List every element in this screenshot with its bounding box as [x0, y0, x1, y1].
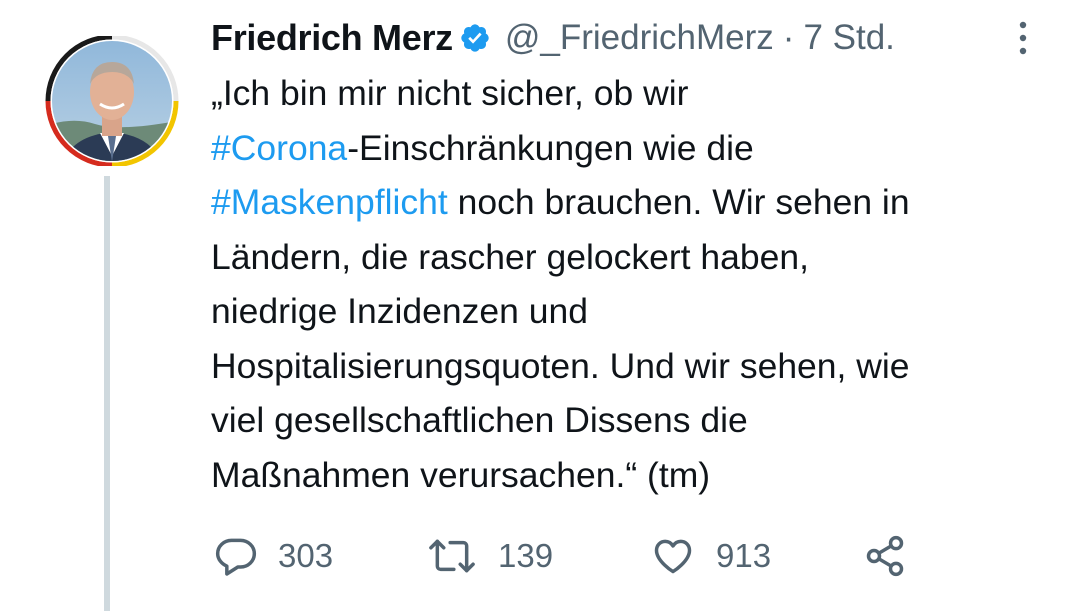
tweet-header: Friedrich Merz @_FriedrichMerz · 7 Std. — [211, 12, 895, 64]
text-segment: Hospitalisierungsquoten. Und wir sehen, … — [211, 345, 910, 386]
retweet-button[interactable]: 139 — [426, 528, 553, 584]
text-segment: noch brauchen. Wir sehen in — [447, 182, 910, 222]
tweet-text-line: „Ich bin mir nicht sicher, ob wir — [211, 66, 1061, 121]
tweet-text-line: Hospitalisierungsquoten. Und wir sehen, … — [211, 339, 1061, 394]
reply-icon — [214, 534, 258, 578]
share-button[interactable] — [862, 528, 908, 584]
tweet-text: „Ich bin mir nicht sicher, ob wir #Corona… — [211, 66, 1061, 502]
text-segment: Ländern, die rascher gelockert haben, — [211, 236, 809, 277]
author-handle[interactable]: @_FriedrichMerz — [505, 18, 774, 58]
avatar[interactable] — [40, 34, 182, 168]
text-segment: viel gesellschaftlichen Dissens die — [211, 400, 748, 440]
tweet-text-line: #Corona-Einschränkungen wie die — [211, 121, 1061, 176]
text-segment: „Ich bin mir nicht sicher, ob wir — [211, 73, 689, 113]
tweet-text-line: Maßnahmen verursachen.“ (tm) — [211, 448, 1061, 503]
action-bar: 303 139 913 — [0, 528, 1080, 584]
hashtag-link[interactable]: #Maskenpflicht — [211, 182, 448, 222]
text-segment: -Einschränkungen wie die — [347, 127, 754, 168]
share-icon — [862, 534, 908, 578]
author-name[interactable]: Friedrich Merz — [211, 17, 453, 59]
hashtag-link[interactable]: #Corona — [211, 128, 347, 168]
reply-button[interactable]: 303 — [214, 528, 333, 584]
like-count: 913 — [716, 537, 772, 574]
reply-count: 303 — [278, 537, 334, 574]
heart-icon — [650, 534, 696, 578]
separator-dot: · — [782, 18, 795, 57]
profile-picture — [45, 34, 179, 168]
verified-badge-icon — [459, 22, 491, 54]
tweet-text-line: #Maskenpflicht noch brauchen. Wir sehen … — [211, 175, 1061, 230]
like-button[interactable]: 913 — [650, 528, 771, 584]
retweet-icon — [426, 534, 478, 578]
tweet[interactable]: Friedrich Merz @_FriedrichMerz · 7 Std. … — [0, 0, 1080, 611]
text-segment: Maßnahmen verursachen.“ (tm) — [211, 454, 711, 495]
timestamp[interactable]: 7 Std. — [803, 18, 894, 58]
retweet-count: 139 — [498, 537, 554, 574]
tweet-text-line: Ländern, die rascher gelockert haben, — [211, 230, 1061, 285]
tweet-text-line: viel gesellschaftlichen Dissens die — [211, 393, 1061, 448]
tweet-text-line: niedrige Inzidenzen und — [211, 284, 1061, 339]
text-segment: niedrige Inzidenzen und — [211, 291, 588, 331]
more-options-icon[interactable] — [1012, 18, 1034, 58]
